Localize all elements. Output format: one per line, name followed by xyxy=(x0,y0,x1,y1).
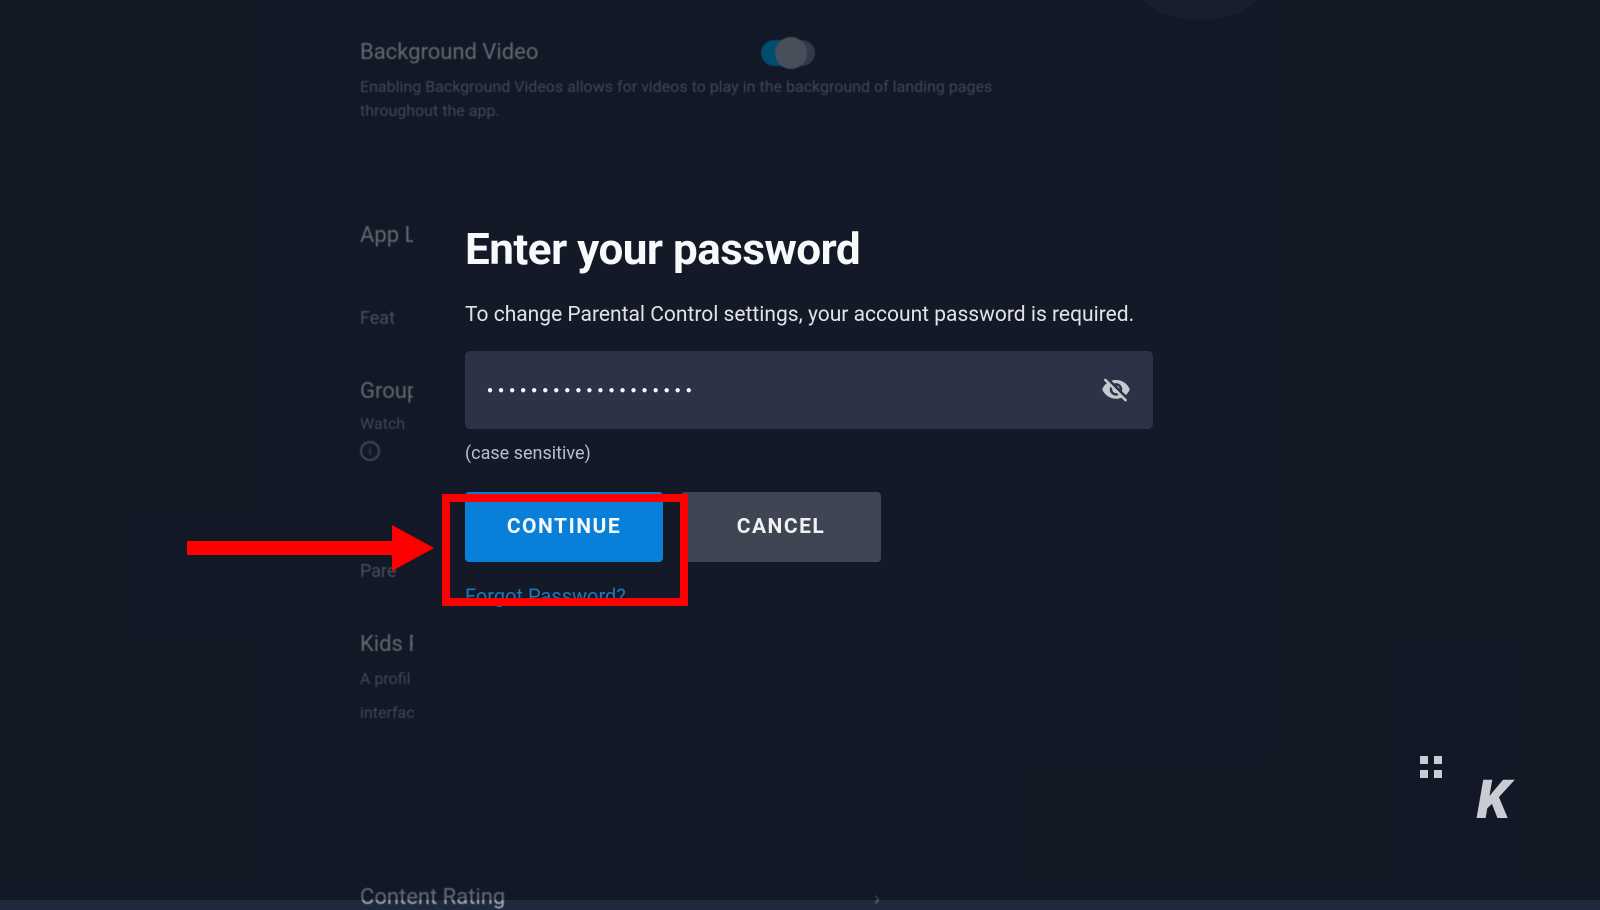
password-input[interactable]: ●●●●●●●●●●●●●●●●●●● xyxy=(465,351,1153,429)
watermark-logo: K xyxy=(1476,769,1508,832)
continue-button[interactable]: CONTINUE xyxy=(465,492,663,562)
cancel-button[interactable]: CANCEL xyxy=(681,492,881,562)
password-modal: Enter your password To change Parental C… xyxy=(413,173,1203,660)
toggle-visibility-icon[interactable] xyxy=(1101,375,1131,405)
password-masked-value: ●●●●●●●●●●●●●●●●●●● xyxy=(487,385,697,396)
modal-description: To change Parental Control settings, you… xyxy=(465,303,1151,327)
modal-button-row: CONTINUE CANCEL xyxy=(465,492,1151,562)
watermark-dots xyxy=(1420,756,1442,778)
modal-title: Enter your password xyxy=(465,223,1151,275)
forgot-password-link[interactable]: Forgot Password? xyxy=(465,584,626,608)
case-sensitive-label: (case sensitive) xyxy=(465,443,1151,464)
